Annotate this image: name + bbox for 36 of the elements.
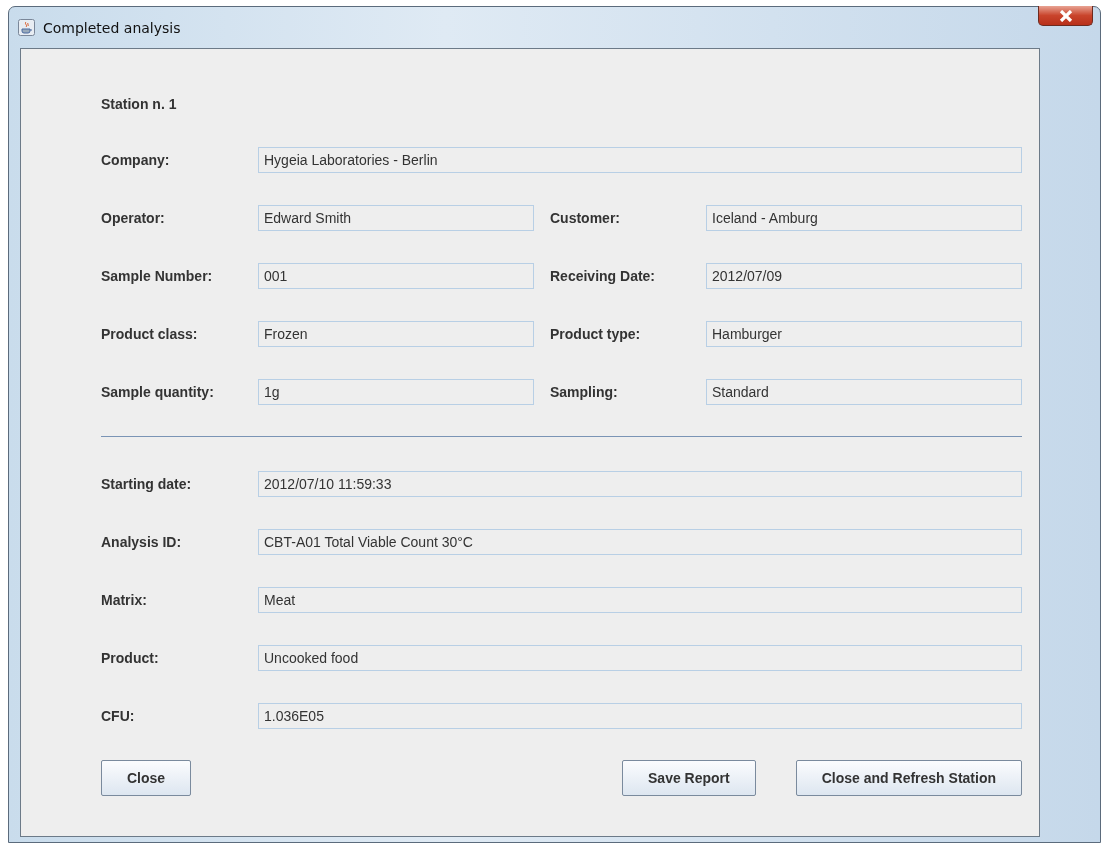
text-field[interactable]: Hamburger bbox=[706, 321, 1022, 347]
text-field[interactable]: Edward Smith bbox=[258, 205, 534, 231]
close-icon bbox=[1057, 9, 1074, 22]
text-field[interactable]: 001 bbox=[258, 263, 534, 289]
field-label: Customer: bbox=[550, 210, 621, 226]
field-label: Analysis ID: bbox=[101, 534, 183, 550]
text-field[interactable]: Iceland - Amburg bbox=[706, 205, 1022, 231]
text-field[interactable]: Standard bbox=[706, 379, 1022, 405]
text-field[interactable]: 2012/07/10 11:59:33 bbox=[258, 471, 1022, 497]
text-field[interactable]: Uncooked food bbox=[258, 645, 1022, 671]
close-button[interactable] bbox=[1038, 6, 1093, 26]
text-field[interactable]: Meat bbox=[258, 587, 1022, 613]
field-label: Sampling: bbox=[550, 384, 619, 400]
window-title: Completed analysis bbox=[43, 19, 181, 36]
text-field[interactable]: CBT-A01 Total Viable Count 30°C bbox=[258, 529, 1022, 555]
field-label: Sample quantity: bbox=[101, 384, 215, 400]
field-label: Operator: bbox=[101, 210, 166, 226]
field-label: Starting date: bbox=[101, 476, 193, 492]
text-field[interactable]: 1.036E05 bbox=[258, 703, 1022, 729]
field-label: Product class: bbox=[101, 326, 199, 342]
field-label: CFU: bbox=[101, 708, 136, 724]
field-label: Product type: bbox=[550, 326, 642, 342]
dialog-button[interactable]: Close and Refresh Station bbox=[795, 760, 1022, 796]
dialog-button[interactable]: Close bbox=[101, 760, 192, 796]
dialog-button[interactable]: Save Report bbox=[622, 760, 756, 796]
coffee-cup-icon bbox=[18, 19, 35, 36]
field-label: Matrix: bbox=[101, 592, 148, 608]
text-field[interactable]: Hygeia Laboratories - Berlin bbox=[258, 147, 1022, 173]
field-label: Product: bbox=[101, 650, 160, 666]
field-label: Receiving Date: bbox=[550, 268, 657, 284]
station-label: Station n. 1 bbox=[101, 95, 178, 114]
text-field[interactable]: 1g bbox=[258, 379, 534, 405]
field-label: Sample Number: bbox=[101, 268, 214, 284]
text-field[interactable]: 2012/07/09 bbox=[706, 263, 1022, 289]
field-label: Company: bbox=[101, 152, 171, 168]
text-field[interactable]: Frozen bbox=[258, 321, 534, 347]
